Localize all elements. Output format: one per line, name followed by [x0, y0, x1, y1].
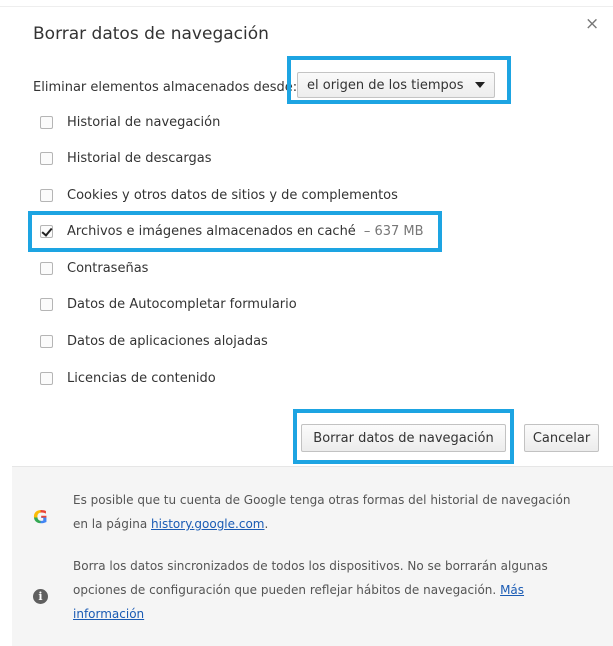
time-range-label: Eliminar elementos almacenados desde: — [33, 79, 298, 95]
info-icon: i — [33, 589, 48, 604]
google-history-note: Es posible que tu cuenta de Google tenga… — [73, 493, 571, 531]
sync-note: Borra los datos sincronizados de todos l… — [73, 559, 548, 621]
option-download-history[interactable]: Historial de descargas — [40, 147, 212, 169]
option-cookies[interactable]: Cookies y otros datos de sitios y de com… — [40, 184, 398, 206]
time-range-row: Eliminar elementos almacenados desde: — [33, 74, 297, 100]
cache-size: – 637 MB — [363, 223, 424, 239]
time-range-select[interactable]: el origen de los tiempos — [297, 72, 495, 98]
checkbox[interactable] — [40, 115, 53, 129]
checkbox-checked[interactable] — [40, 224, 53, 238]
cancel-button[interactable]: Cancelar — [524, 424, 599, 452]
clear-browsing-data-dialog: Borrar datos de navegación × Eliminar el… — [0, 0, 613, 646]
checkbox[interactable] — [40, 297, 53, 311]
history-google-link[interactable]: history.google.com — [151, 517, 264, 531]
option-label: Contraseñas — [67, 260, 149, 276]
option-label: Datos de aplicaciones alojadas — [67, 333, 268, 349]
checkbox[interactable] — [40, 188, 53, 202]
checkbox[interactable] — [40, 371, 53, 385]
dialog-title: Borrar datos de navegación — [33, 24, 269, 44]
top-divider — [0, 6, 613, 7]
option-cached-files[interactable]: Archivos e imágenes almacenados en caché… — [40, 220, 424, 242]
google-g-icon: G — [33, 507, 48, 528]
time-range-value: el origen de los tiempos — [307, 77, 464, 93]
option-label: Cookies y otros datos de sitios y de com… — [67, 187, 398, 203]
option-label: Datos de Autocompletar formulario — [67, 296, 297, 312]
option-label: Historial de descargas — [67, 150, 212, 166]
option-browsing-history[interactable]: Historial de navegación — [40, 111, 220, 133]
close-icon[interactable]: × — [585, 16, 599, 33]
option-passwords[interactable]: Contraseñas — [40, 257, 148, 279]
option-autofill[interactable]: Datos de Autocompletar formulario — [40, 293, 297, 315]
clear-data-button[interactable]: Borrar datos de navegación — [301, 424, 506, 452]
chevron-down-icon — [475, 82, 485, 88]
checkbox[interactable] — [40, 261, 53, 275]
option-label: Licencias de contenido — [67, 370, 216, 386]
option-label: Historial de navegación — [67, 114, 221, 130]
checkbox[interactable] — [40, 334, 53, 348]
option-content-licenses[interactable]: Licencias de contenido — [40, 367, 216, 389]
option-label: Archivos e imágenes almacenados en caché — [67, 223, 356, 239]
dialog-footer: G Es posible que tu cuenta de Google ten… — [12, 466, 613, 646]
checkbox[interactable] — [40, 151, 53, 165]
option-hosted-app-data[interactable]: Datos de aplicaciones alojadas — [40, 330, 268, 352]
